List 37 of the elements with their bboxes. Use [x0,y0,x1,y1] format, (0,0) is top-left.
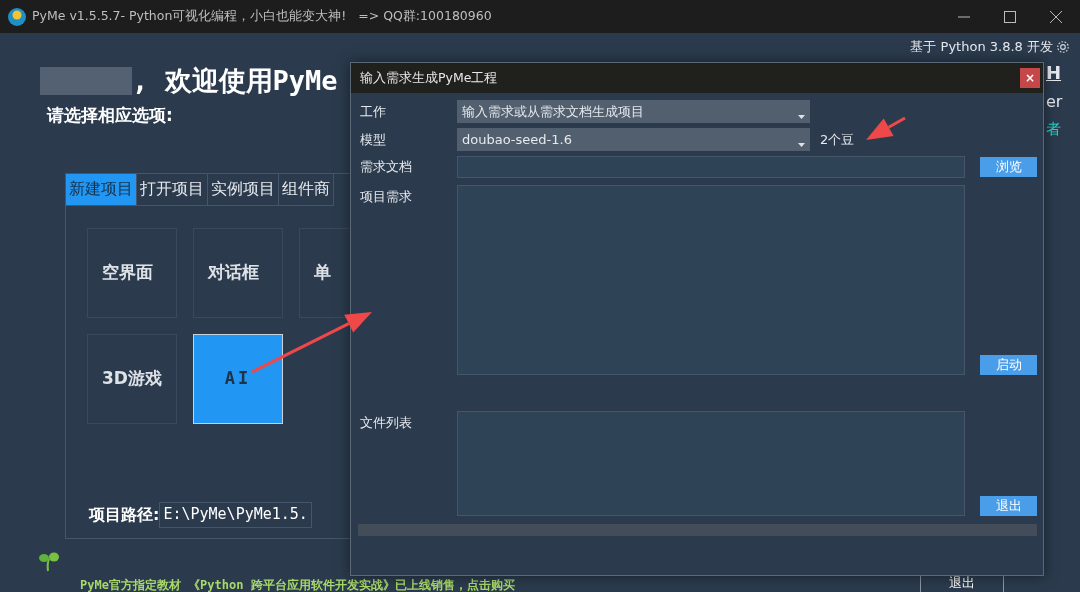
requirements-label: 项目需求 [360,188,413,206]
text-fragment: er [1046,91,1063,113]
cost-label: 2个豆 [820,130,855,149]
project-tile[interactable]: 空界面 [87,227,177,318]
caret-icon [798,114,805,119]
path-field[interactable]: E:\PyMe\PyMe1.5. [159,501,312,528]
window-title: PyMe v1.5.5.7- Python可视化编程，小白也能变大神! => QQ群:100180960 [32,7,492,26]
tab[interactable]: 实例项目 [208,173,279,206]
promo-link[interactable]: PyMe官方指定教材 《Python 跨平台应用软件开发实战》已上线销售，点击购买 [80,575,515,592]
dropdown[interactable]: doubao-seed-1.6 [457,128,810,151]
close-button[interactable]: × [1020,68,1040,88]
project-tile[interactable]: 3D游戏 [87,333,177,424]
tab[interactable]: 打开项目 [137,173,208,206]
settings-icon[interactable] [1056,39,1070,54]
text-fragment[interactable]: H [1046,59,1062,86]
app-logo-icon [8,7,26,26]
prompt-text: 请选择相应选项: [47,104,173,127]
caret-icon [798,142,805,147]
doc-label: 需求文档 [360,158,413,177]
dialog-title: 输入需求生成PyMe工程 [360,68,498,87]
path-label: 项目路径: [89,503,160,526]
dropdown[interactable]: 输入需求或从需求文档生成项目 [457,100,810,123]
work-label: 工作 [360,102,387,121]
files-label: 文件列表 [360,414,413,432]
doc-field[interactable] [457,156,965,178]
text-fragment: 者 [1046,119,1061,140]
arrow-drawing [866,116,906,140]
project-tile[interactable]: AI [193,333,283,424]
project-tile[interactable]: 对话框 [193,227,283,318]
welcome-heading: , 欢迎使用PyMe [132,63,338,98]
tab[interactable]: 新建项目 [66,173,137,206]
model-label: 模型 [360,130,387,149]
maximize-icon[interactable] [1004,10,1016,23]
requirements-field[interactable] [457,185,965,375]
tab[interactable]: 组件商 [279,173,334,206]
version-label: 基于 Python 3.8.8 开发 [910,38,1053,56]
close-icon[interactable] [1050,10,1062,23]
